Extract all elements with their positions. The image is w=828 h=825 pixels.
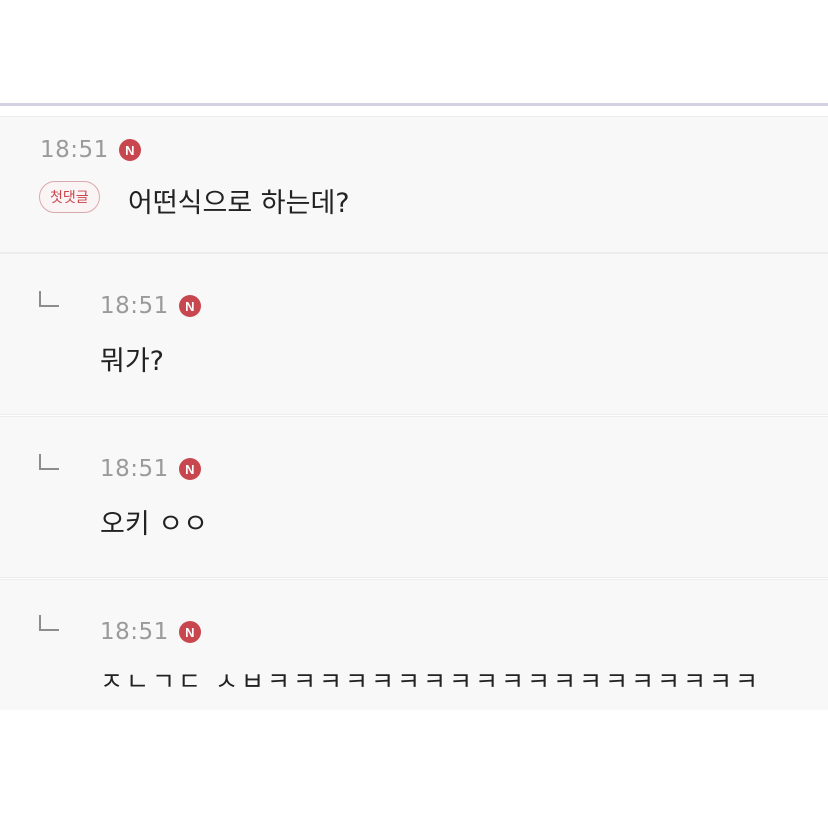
comment-time: 18:51 bbox=[100, 293, 169, 319]
comment-meta: 18:51 N bbox=[100, 619, 201, 645]
comment-meta: 18:51 N bbox=[100, 456, 201, 482]
reply-arrow-icon bbox=[39, 454, 59, 470]
reply-arrow-icon bbox=[39, 615, 59, 631]
comment-thread: 18:51 N 첫댓글 어떤식으로 하는데? 18:51 N 뭐가? 18:51… bbox=[0, 0, 828, 825]
reply-item[interactable]: 18:51 N ㅈㄴㄱㄷ ㅅㅂㅋㅋㅋㅋㅋㅋㅋㅋㅋㅋㅋㅋㅋㅋㅋㅋㅋㅋㅋ bbox=[0, 579, 828, 710]
new-badge-icon: N bbox=[118, 139, 141, 161]
comment-meta: 18:51 N bbox=[40, 137, 141, 163]
comment-time: 18:51 bbox=[40, 137, 109, 163]
comment-text: 뭐가? bbox=[100, 346, 165, 377]
comment-text: ㅈㄴㄱㄷ ㅅㅂㅋㅋㅋㅋㅋㅋㅋㅋㅋㅋㅋㅋㅋㅋㅋㅋㅋㅋㅋ bbox=[100, 667, 761, 696]
comment-text: 오키 ㅇㅇ bbox=[100, 509, 208, 540]
reply-item[interactable]: 18:51 N 오키 ㅇㅇ bbox=[0, 416, 828, 578]
top-divider bbox=[0, 103, 828, 106]
reply-arrow-icon bbox=[39, 291, 59, 307]
reply-item[interactable]: 18:51 N 뭐가? bbox=[0, 253, 828, 415]
comment-meta: 18:51 N bbox=[100, 293, 201, 319]
new-badge-icon: N bbox=[178, 621, 201, 643]
comment-text: 어떤식으로 하는데? bbox=[128, 188, 350, 219]
new-badge-icon: N bbox=[178, 458, 201, 480]
new-badge-icon: N bbox=[178, 295, 201, 317]
first-comment-badge: 첫댓글 bbox=[39, 181, 100, 213]
comment-time: 18:51 bbox=[100, 619, 169, 645]
comment-time: 18:51 bbox=[100, 456, 169, 482]
comment-item[interactable]: 18:51 N 첫댓글 어떤식으로 하는데? bbox=[0, 116, 828, 253]
